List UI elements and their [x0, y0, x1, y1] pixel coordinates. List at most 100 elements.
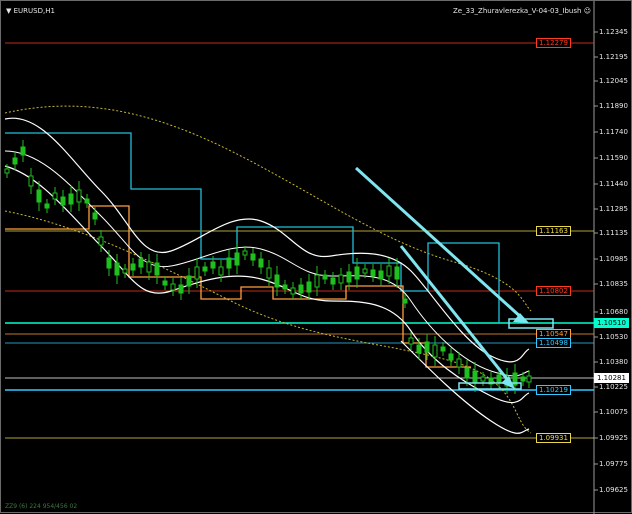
candle-body — [186, 275, 192, 287]
candle-body — [92, 212, 98, 220]
candle-body — [416, 344, 422, 354]
candle-body — [274, 274, 280, 288]
candle-body — [210, 261, 216, 269]
envelope-upper — [4, 117, 530, 363]
price-tick-label: 1.09625 — [599, 486, 628, 494]
trend-line-2 — [399, 245, 513, 385]
price-tick-label: 1.10985 — [599, 255, 628, 263]
candle-body — [408, 337, 414, 345]
candle-body — [354, 266, 360, 280]
candle-body — [520, 376, 526, 382]
price-tick-label: 1.12345 — [599, 28, 628, 36]
price-tick-label: 1.11440 — [599, 180, 628, 188]
candle-body — [330, 277, 336, 285]
price-tick-label: 1.10225 — [599, 383, 628, 391]
candle-body — [526, 375, 532, 383]
level-price-tag: 1.10510 — [594, 318, 629, 328]
candle-body — [4, 168, 10, 174]
candle-body — [306, 281, 312, 293]
price-tick-label: 1.10680 — [599, 308, 628, 316]
candle-body — [282, 284, 288, 290]
candle-body — [314, 274, 320, 288]
candle-body — [218, 266, 224, 276]
price-tick-label: 1.12195 — [599, 53, 628, 61]
candle-body — [162, 280, 168, 286]
ma-dotted-upper — [4, 105, 532, 312]
candle-body — [106, 257, 112, 269]
smiley-icon: ☺ — [583, 7, 591, 15]
candle-body — [98, 236, 104, 246]
price-tick-label: 1.11285 — [599, 205, 628, 213]
price-tick-label: 1.11590 — [599, 154, 628, 162]
level-price-tag: 1.10281 — [594, 373, 629, 383]
candle-body — [130, 263, 136, 271]
candle-body — [472, 370, 478, 384]
candlesticks — [4, 140, 532, 394]
level-price-tag: 1.09931 — [536, 433, 571, 443]
candle-body — [448, 353, 454, 361]
candle-body — [432, 344, 438, 358]
price-tick-label: 1.09775 — [599, 460, 628, 468]
candle-body — [138, 258, 144, 268]
candle-body — [370, 269, 376, 277]
candle-body — [464, 367, 470, 379]
candle-body — [362, 268, 368, 274]
candle-body — [114, 262, 120, 276]
symbol-title[interactable]: ▼ EURUSD,H1 — [6, 7, 55, 16]
candle-body — [456, 358, 462, 368]
candle-body — [346, 271, 352, 283]
candle-body — [28, 175, 34, 187]
candle-body — [76, 189, 82, 203]
candle-body — [322, 274, 328, 280]
level-price-tag: 1.10802 — [536, 286, 571, 296]
candle-body — [202, 266, 208, 272]
candle-body — [298, 284, 304, 294]
indicator-label: Ze_33_Zhuravlerezka_V-04-03_Ibush ☺ — [453, 7, 591, 16]
price-tick-label: 1.12045 — [599, 77, 628, 85]
candle-body — [194, 266, 200, 280]
candle-body — [250, 253, 256, 261]
candle-body — [154, 262, 160, 276]
candle-body — [84, 198, 90, 204]
envelope-outer-lower — [400, 340, 530, 434]
candle-body — [60, 196, 66, 206]
indicator-name-text: Ze_33_Zhuravlerezka_V-04-03_Ibush — [453, 7, 582, 15]
level-price-tag: 1.10498 — [536, 338, 571, 348]
candle-body — [266, 267, 272, 279]
envelope-mid — [4, 150, 530, 377]
candle-body — [44, 203, 50, 209]
candle-body — [20, 146, 26, 156]
price-tick-label: 1.11890 — [599, 102, 628, 110]
candle-body — [68, 193, 74, 205]
candle-body — [122, 268, 128, 274]
level-price-tag: 1.11163 — [536, 226, 571, 236]
candle-body — [52, 192, 58, 200]
candle-body — [234, 252, 240, 266]
candle-body — [36, 189, 42, 203]
candle-body — [440, 346, 446, 352]
candle-body — [338, 274, 344, 284]
trend-arrow-head-1 — [513, 313, 529, 323]
candle-body — [178, 284, 184, 294]
price-tick-label: 1.10380 — [599, 358, 628, 366]
candle-body — [146, 261, 152, 273]
triangle-down-icon[interactable]: ▼ — [6, 7, 11, 15]
chart-window[interactable]: ▼ EURUSD,H1 Ze_33_Zhuravlerezka_V-04-03_… — [0, 0, 632, 514]
candle-body — [480, 376, 486, 382]
level-price-tag: 1.10219 — [536, 385, 571, 395]
price-tick-label: 1.09925 — [599, 434, 628, 442]
candle-body — [496, 374, 502, 384]
candle-body — [226, 257, 232, 269]
price-tick-label: 1.11740 — [599, 128, 628, 136]
candle-body — [402, 298, 408, 304]
candle-body — [258, 258, 264, 268]
price-tick-label: 1.10530 — [599, 333, 628, 341]
price-tick-label: 1.10835 — [599, 280, 628, 288]
symbol-label: EURUSD,H1 — [13, 7, 55, 15]
candle-body — [378, 270, 384, 280]
footer-info: ZZ9 (6) 224 954/456 02 — [5, 503, 78, 510]
candle-body — [290, 287, 296, 295]
price-tick-label: 1.11135 — [599, 229, 628, 237]
candle-body — [386, 265, 392, 277]
candle-body — [242, 250, 248, 256]
